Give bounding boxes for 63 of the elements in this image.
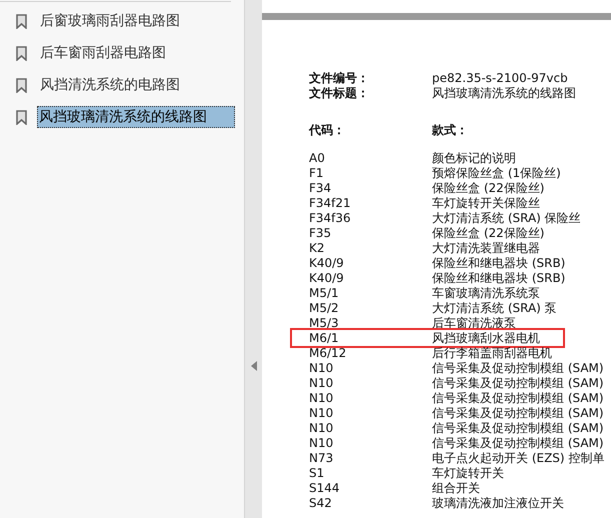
description-cell: 保险丝盒 (22保险丝): [432, 181, 544, 196]
code-cell-text: N10: [309, 421, 334, 436]
description-cell: 电子点火起动开关 (EZS) 控制单: [432, 451, 604, 466]
code-cell-text: N10: [309, 391, 334, 406]
description-cell: 后车窗清洗液泵: [432, 316, 516, 331]
description-cell: 信号采集及促动控制模组 (SAM): [432, 436, 604, 451]
code-cell-text: F34f21: [309, 196, 352, 211]
description-cell: 组合开关: [432, 481, 480, 496]
code-cell-text: S1: [309, 466, 326, 481]
description-cell: 车灯旋转开关保险丝: [432, 196, 540, 211]
code-cell-text: F34: [309, 181, 332, 196]
description-cell: 信号采集及促动控制模组 (SAM): [432, 376, 604, 391]
bookmark-icon: [16, 110, 27, 124]
code-cell-text: K2: [309, 241, 326, 256]
bookmark-item[interactable]: 后车窗雨刮器电路图: [37, 42, 169, 64]
field-value: 风挡玻璃清洗系统的线路图: [432, 86, 576, 101]
code-cell-text: M5/1: [309, 286, 340, 301]
description-cell: 风挡玻璃刮水器电机: [432, 331, 540, 346]
bookmark-item[interactable]: 风挡清洗系统的电路图: [37, 74, 183, 96]
collapse-arrow-icon[interactable]: [250, 361, 256, 371]
description-cell: 信号采集及促动控制模组 (SAM): [432, 361, 604, 376]
code-cell-text: N10: [309, 376, 334, 391]
code-cell-text: K40/9: [309, 256, 345, 271]
bookmark-item[interactable]: 风挡玻璃清洗系统的线路图: [37, 106, 235, 128]
code-cell-text: M5/2: [309, 301, 340, 316]
description-cell: 车灯旋转开关: [432, 466, 504, 481]
code-cell-text: S42: [309, 496, 333, 511]
code-cell-text: M6/12: [309, 346, 348, 361]
description-cell: 大灯清洁系统 (SRA) 保险丝: [432, 211, 581, 226]
field-label: 文件编号：: [309, 71, 370, 86]
code-cell-text: N10: [309, 436, 334, 451]
description-cell: 信号采集及促动控制模组 (SAM): [432, 391, 604, 406]
description-cell: 信号采集及促动控制模组 (SAM): [432, 406, 604, 421]
bookmark-icon: [16, 46, 27, 60]
description-cell: 玻璃清洗液加注液位开关: [432, 496, 564, 511]
code-cell-text: N73: [309, 451, 334, 466]
code-cell-text: F35: [309, 226, 332, 241]
bookmark-item[interactable]: 后窗玻璃雨刮器电路图: [37, 10, 183, 32]
description-cell: 大灯清洗装置继电器: [432, 241, 540, 256]
bookmark-icon: [16, 78, 27, 92]
code-cell-text: F34f36: [309, 211, 352, 226]
code-cell-text: M5/3: [309, 316, 340, 331]
column-header: 代码：: [309, 123, 346, 138]
description-cell: 大灯清洁系统 (SRA) 泵: [432, 301, 557, 316]
code-cell-text: M6/1: [309, 331, 340, 346]
description-cell: 后行李箱盖雨刮器电机: [432, 346, 552, 361]
field-label: 文件标题：: [309, 86, 370, 101]
description-cell: 信号采集及促动控制模组 (SAM): [432, 421, 604, 436]
description-cell: 保险丝盒 (22保险丝): [432, 226, 544, 241]
code-cell-text: A0: [309, 151, 326, 166]
description-cell: 预熔保险丝盒 (1保险丝): [432, 166, 561, 181]
code-cell-text: K40/9: [309, 271, 345, 286]
description-cell: 颜色标记的说明: [432, 151, 516, 166]
description-cell: 保险丝和继电器块 (SRB): [432, 271, 566, 286]
column-header: 款式：: [432, 123, 468, 138]
field-value: pe82.35-s-2100-97vcb: [432, 71, 568, 86]
code-cell-text: N10: [309, 361, 334, 376]
description-cell: 保险丝和继电器块 (SRB): [432, 256, 566, 271]
code-cell-text: F1: [309, 166, 325, 181]
description-cell: 车窗玻璃清洗系统泵: [432, 286, 540, 301]
code-cell-text: N10: [309, 406, 334, 421]
bookmark-icon: [16, 14, 27, 28]
code-cell-text: S144: [309, 481, 341, 496]
